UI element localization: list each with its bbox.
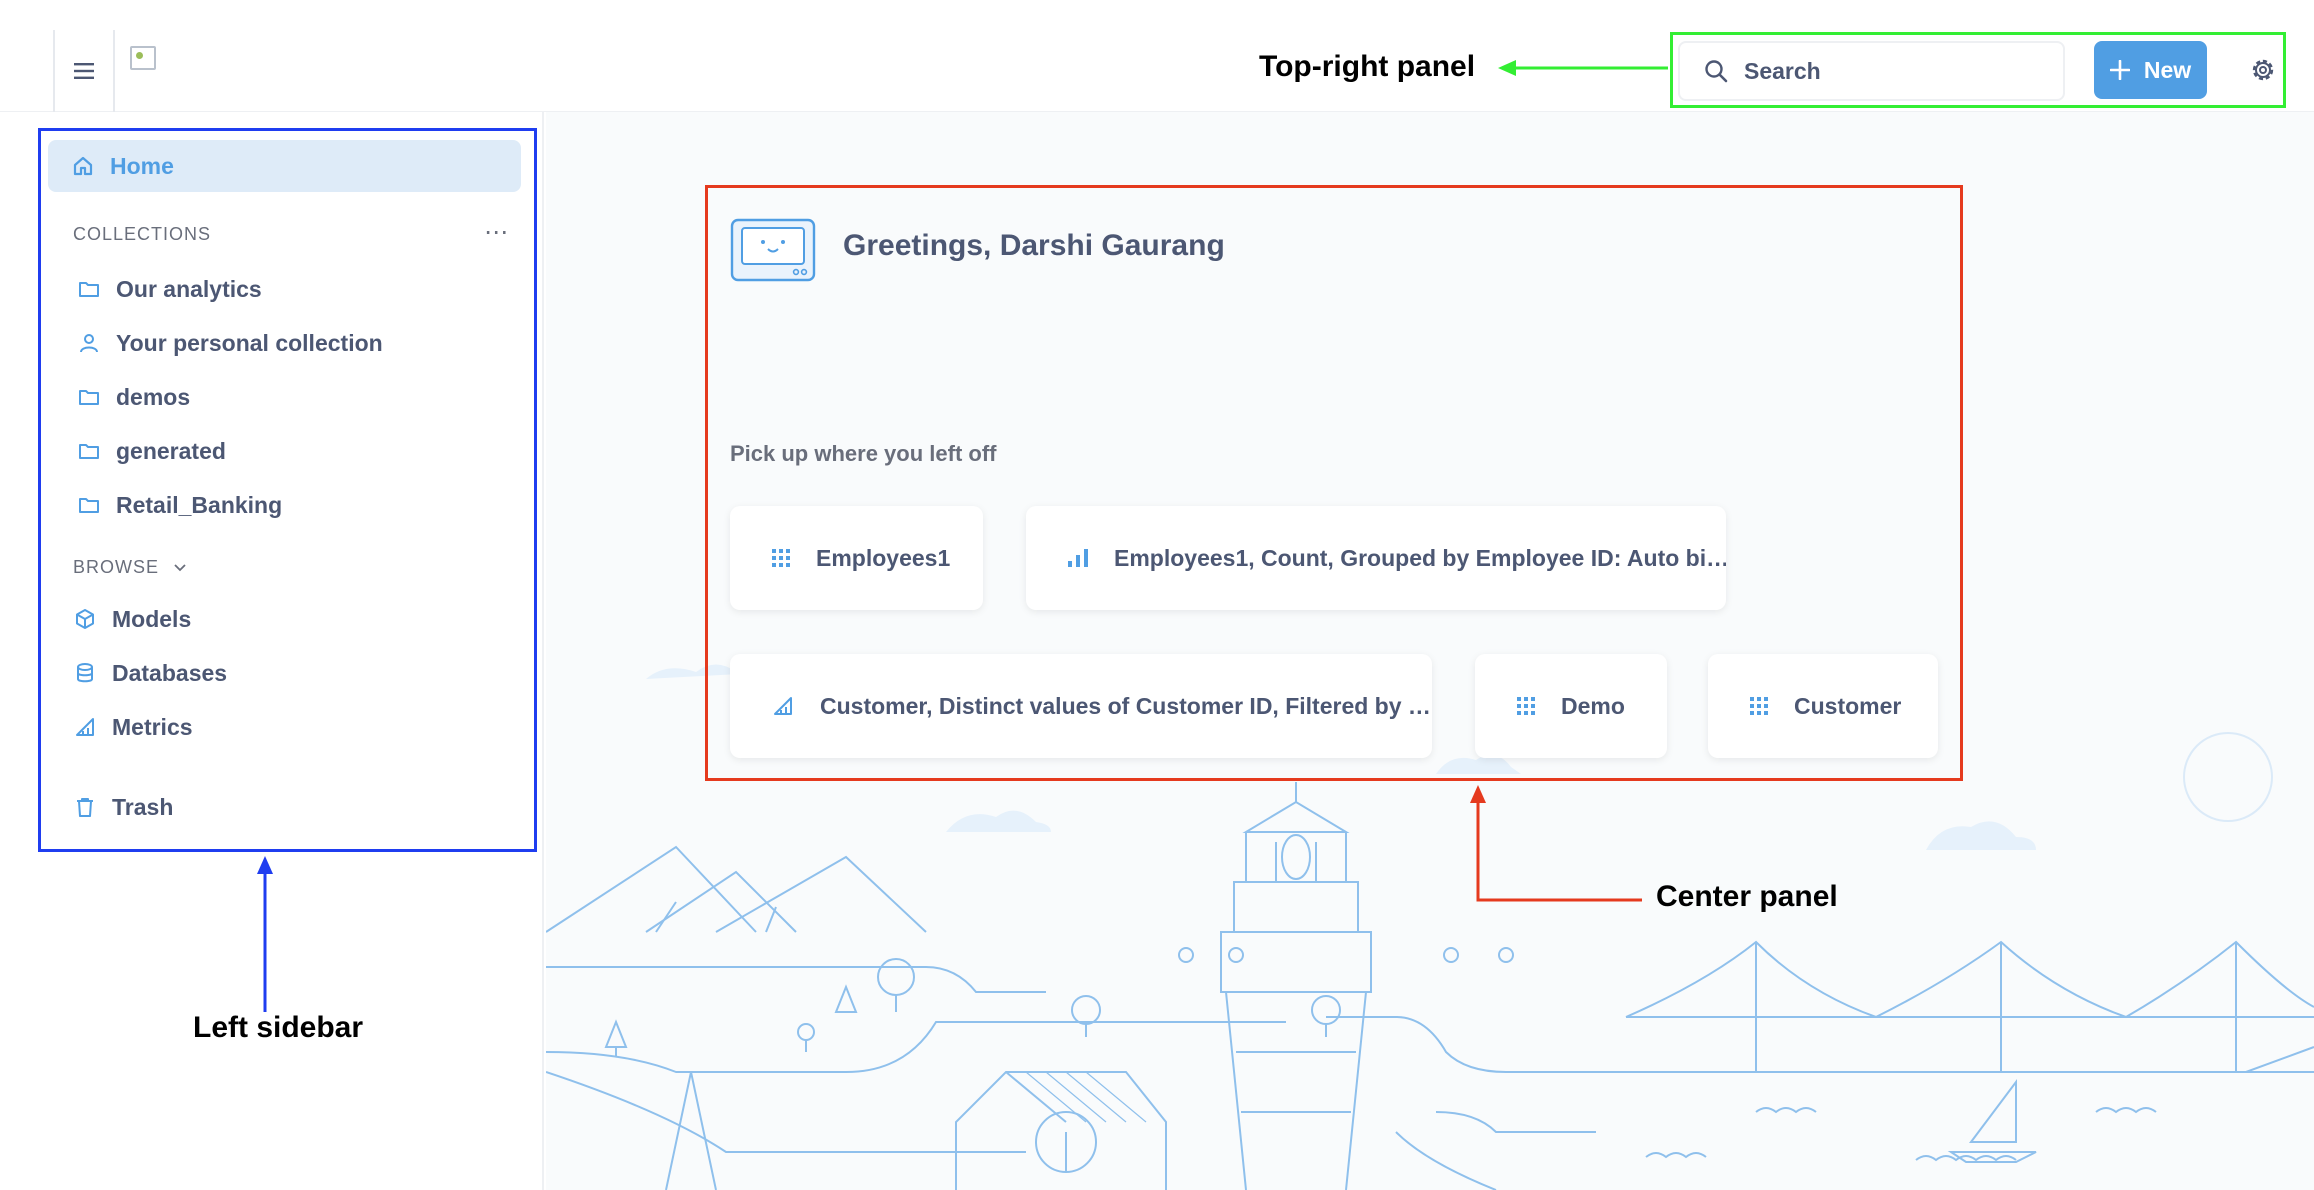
left-annotation-label: Left sidebar [193, 1011, 364, 1044]
top-right-arrowhead [1498, 60, 1516, 76]
center-arrowhead [1470, 785, 1486, 803]
center-arrow [1476, 800, 1642, 902]
left-arrowhead [257, 856, 273, 874]
top-right-annotation-label: Top-right panel [1259, 50, 1476, 83]
center-annotation-label: Center panel [1656, 880, 1838, 913]
